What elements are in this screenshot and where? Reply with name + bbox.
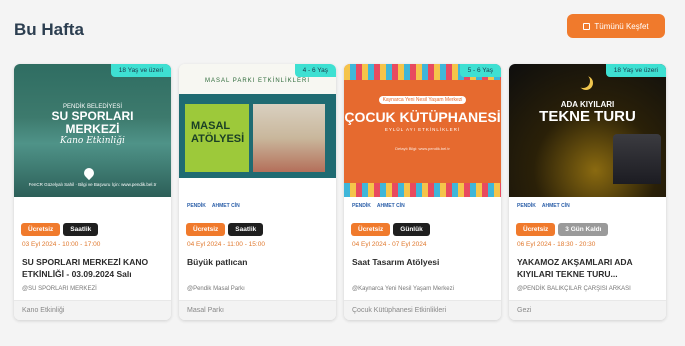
event-category: Kano Etkinliği [14, 300, 171, 320]
event-title[interactable]: Büyük patlıcan [187, 256, 329, 268]
price-badge: Ücretsiz [516, 223, 556, 236]
location-pin-icon [81, 165, 97, 181]
frequency-badge: Saatlik [63, 223, 99, 236]
event-image-panel: MASAL ATÖLYESİ [185, 104, 249, 172]
countdown-badge: 3 Gün Kaldı [558, 223, 609, 236]
frequency-badge: Günlük [393, 223, 430, 236]
event-image-footer: FenCR Güzelyalı Sahil · Bilgi ve Başvuru… [28, 182, 157, 187]
event-title[interactable]: Saat Tasarım Atölyesi [352, 256, 494, 268]
discover-all-button[interactable]: Tümünü Keşfet [567, 14, 665, 38]
price-badge: Ücretsiz [186, 223, 226, 236]
event-date: 04 Eyl 2024 - 07 Eyl 2024 [352, 241, 427, 248]
event-card[interactable]: PENDİK BELEDİYESİ SU SPORLARI MERKEZİ Ka… [14, 64, 171, 320]
moon-icon [576, 74, 590, 88]
event-card[interactable]: Kaynarca Yeni Nesil Yaşam Merkezi ÇOCUK … [344, 64, 501, 320]
sponsor-logos: PENDİK AHMET CİN [187, 203, 240, 209]
ship-illustration [613, 134, 661, 184]
sponsor-logos: PENDİK AHMET CİN [517, 203, 570, 209]
grid-icon [583, 22, 591, 30]
event-image[interactable]: ADA KIYILARI TEKNE TURU 18 Yaş ve üzeri [509, 64, 666, 197]
section-title: Bu Hafta [14, 20, 84, 39]
age-badge: 5 - 6 Yaş [459, 64, 501, 77]
event-date: 03 Eyl 2024 - 10:00 - 17:00 [22, 241, 101, 248]
event-image[interactable]: Kaynarca Yeni Nesil Yaşam Merkezi ÇOCUK … [344, 64, 501, 197]
event-organizer: @Pendik Masal Parkı [187, 286, 245, 292]
event-image-text: PENDİK BELEDİYESİ SU SPORLARI MERKEZİ Ka… [51, 104, 134, 146]
event-image-text: Kaynarca Yeni Nesil Yaşam Merkezi ÇOCUK … [344, 96, 501, 151]
event-date: 06 Eyl 2024 - 18:30 - 20:30 [517, 241, 596, 248]
event-organizer: @SU SPORLARI MERKEZİ [22, 286, 97, 292]
event-title[interactable]: YAKAMOZ AKŞAMLARI ADA KIYILARI TEKNE TUR… [517, 256, 659, 280]
age-badge: 18 Yaş ve üzeri [110, 64, 171, 77]
event-card[interactable]: MASAL PARKI ETKİNLİKLERİ MASAL ATÖLYESİ … [179, 64, 336, 320]
event-image[interactable]: PENDİK BELEDİYESİ SU SPORLARI MERKEZİ Ka… [14, 64, 171, 197]
event-image[interactable]: MASAL PARKI ETKİNLİKLERİ MASAL ATÖLYESİ … [179, 64, 336, 197]
event-image-text: ADA KIYILARI TEKNE TURU [539, 100, 636, 125]
event-organizer: @PENDİK BALIKÇILAR ÇARŞISI ARKASI [517, 286, 631, 292]
discover-all-label: Tümünü Keşfet [594, 21, 649, 31]
event-photo [253, 104, 325, 172]
event-card[interactable]: ADA KIYILARI TEKNE TURU 18 Yaş ve üzeri … [509, 64, 666, 320]
price-badge: Ücretsiz [21, 223, 61, 236]
sponsor-logos: PENDİK AHMET CİN [352, 203, 405, 209]
event-date: 04 Eyl 2024 - 11:00 - 15:00 [187, 241, 265, 248]
event-organizer: @Kaynarca Yeni Nesil Yaşam Merkezi [352, 286, 454, 292]
event-category: Gezi [509, 300, 666, 320]
age-badge: 18 Yaş ve üzeri [605, 64, 666, 77]
event-title[interactable]: SU SPORLARI MERKEZİ KANO ETKİNLİĞİ - 03.… [22, 256, 164, 280]
frequency-badge: Saatlik [228, 223, 264, 236]
price-badge: Ücretsiz [351, 223, 391, 236]
age-badge: 4 - 6 Yaş [294, 64, 336, 77]
event-category: Masal Parkı [179, 300, 336, 320]
event-category: Çocuk Kütüphanesi Etkinlikleri [344, 300, 501, 320]
